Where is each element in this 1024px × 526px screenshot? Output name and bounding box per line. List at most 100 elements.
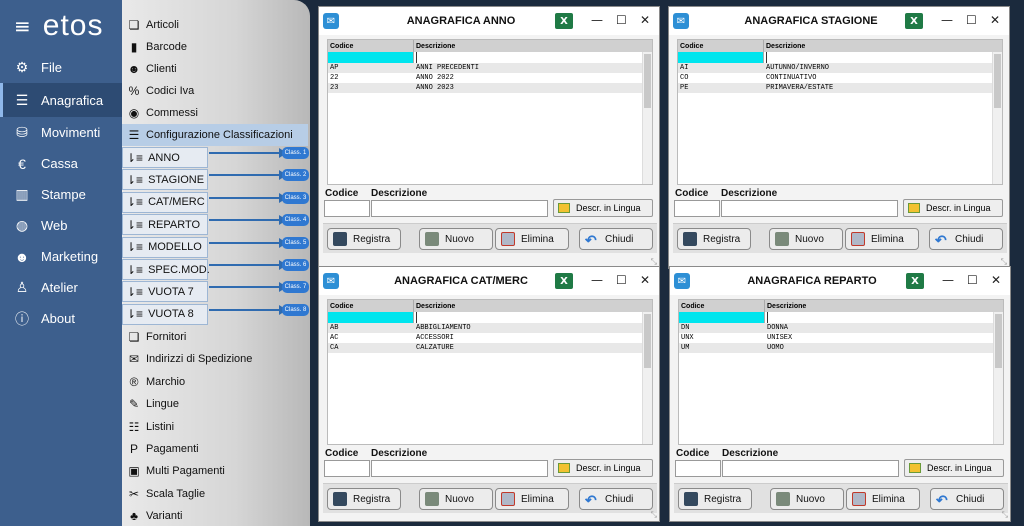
filter-description-input[interactable] xyxy=(416,312,652,323)
class-item-cat-merc[interactable]: ⇂≡ CAT/MERC xyxy=(122,191,208,213)
save-button[interactable]: Registra xyxy=(677,228,751,250)
excel-icon[interactable]: X xyxy=(905,13,923,29)
class-item-stagione[interactable]: ⇂≡ STAGIONE xyxy=(122,169,208,191)
table-row[interactable]: AC ACCESSORI xyxy=(328,333,652,343)
filter-code-input[interactable] xyxy=(328,312,414,323)
excel-icon[interactable]: X xyxy=(555,13,573,29)
delete-button[interactable]: Elimina xyxy=(846,488,920,510)
code-field[interactable] xyxy=(324,460,370,477)
resize-grip-icon[interactable]: ⤡ xyxy=(1002,510,1008,520)
table-row[interactable]: 23 ANNO 2023 xyxy=(328,83,652,93)
submenu-item-articoli[interactable]: ❏ Articoli xyxy=(122,14,308,36)
delete-button[interactable]: Elimina xyxy=(495,228,569,250)
class-item-vuota-7[interactable]: ⇂≡ VUOTA 7 xyxy=(122,281,208,303)
code-field[interactable] xyxy=(674,200,720,217)
filter-description-input[interactable] xyxy=(416,52,652,63)
close-button[interactable]: ↶ Chiudi xyxy=(930,488,1004,510)
filter-description-input[interactable] xyxy=(766,52,1002,63)
column-header-description[interactable]: Descrizione xyxy=(764,40,1002,52)
table-row[interactable]: PE PRIMAVERA/ESTATE xyxy=(678,83,1002,93)
nav-item-stampe[interactable]: ▥ Stampe xyxy=(0,179,122,210)
maximize-icon[interactable]: ☐ xyxy=(966,13,977,27)
class-item-spec-mod[interactable]: ⇂≡ SPEC.MOD. xyxy=(122,259,210,280)
nav-item-anagrafica[interactable]: ☰ Anagrafica xyxy=(0,83,122,117)
close-icon[interactable]: ✕ xyxy=(640,13,650,27)
data-grid[interactable]: Codice Descrizione AI AUTUNNO/INVERNO CO CONT… xyxy=(677,39,1003,185)
close-icon[interactable]: ✕ xyxy=(640,273,650,287)
submenu-item-marchio[interactable]: ® Marchio xyxy=(122,371,308,393)
class-item-modello[interactable]: ⇂≡ MODELLO xyxy=(122,236,208,258)
submenu-item-indirizzi-di-spedizione[interactable]: ✉ Indirizzi di Spedizione xyxy=(122,348,308,370)
class-item-reparto[interactable]: ⇂≡ REPARTO xyxy=(122,214,208,236)
vertical-scrollbar[interactable] xyxy=(993,312,1003,444)
filter-code-input[interactable] xyxy=(679,312,765,323)
submenu-item-scala-taglie[interactable]: ✂ Scala Taglie xyxy=(122,483,308,505)
close-button[interactable]: ↶ Chiudi xyxy=(579,488,653,510)
data-grid[interactable]: Codice Descrizione AP ANNI PRECEDENTI 22 ANNO… xyxy=(327,39,653,185)
close-icon[interactable]: ✕ xyxy=(991,273,1001,287)
save-button[interactable]: Registra xyxy=(327,488,401,510)
description-in-language-button[interactable]: Descr. in Lingua xyxy=(553,459,653,477)
filter-description-input[interactable] xyxy=(767,312,1003,323)
description-in-language-button[interactable]: Descr. in Lingua xyxy=(553,199,653,217)
code-field[interactable] xyxy=(675,460,721,477)
vertical-scrollbar[interactable] xyxy=(642,52,652,184)
delete-button[interactable]: Elimina xyxy=(495,488,569,510)
delete-button[interactable]: Elimina xyxy=(845,228,919,250)
description-field[interactable] xyxy=(371,200,548,217)
table-row[interactable]: UNX UNISEX xyxy=(679,333,1003,343)
submenu-item-commessi[interactable]: ◉ Commessi xyxy=(122,102,308,124)
nav-item-atelier[interactable]: ♙ Atelier xyxy=(0,272,122,303)
excel-icon[interactable]: X xyxy=(555,273,573,289)
description-in-language-button[interactable]: Descr. in Lingua xyxy=(903,199,1003,217)
nav-item-cassa[interactable]: € Cassa xyxy=(0,148,122,179)
resize-grip-icon[interactable]: ⤡ xyxy=(651,510,657,520)
column-header-code[interactable]: Codice xyxy=(678,40,764,52)
submenu-item-barcode[interactable]: ▮ Barcode xyxy=(122,36,308,58)
maximize-icon[interactable]: ☐ xyxy=(967,273,978,287)
filter-code-input[interactable] xyxy=(328,52,414,63)
submenu-item-listini[interactable]: ☷ Listini xyxy=(122,416,308,438)
data-grid[interactable]: Codice Descrizione DN DONNA UNX UNISEX UM UOMO xyxy=(678,299,1004,445)
submenu-item-configurazione-classificazioni[interactable]: ☰ Configurazione Classificazioni xyxy=(122,124,308,146)
submenu-item-pagamenti[interactable]: P Pagamenti xyxy=(122,438,308,460)
new-button[interactable]: Nuovo xyxy=(770,488,844,510)
description-field[interactable] xyxy=(722,460,899,477)
submenu-item-codici-iva[interactable]: % Codici Iva xyxy=(122,80,308,102)
nav-item-movimenti[interactable]: ⛁ Movimenti xyxy=(0,117,122,148)
hamburger-icon[interactable]: ≡ xyxy=(14,16,31,36)
maximize-icon[interactable]: ☐ xyxy=(616,273,627,287)
table-row[interactable]: AP ANNI PRECEDENTI xyxy=(328,63,652,73)
vertical-scrollbar[interactable] xyxy=(992,52,1002,184)
nav-item-marketing[interactable]: ☻ Marketing xyxy=(0,241,122,272)
vertical-scrollbar[interactable] xyxy=(642,312,652,444)
new-button[interactable]: Nuovo xyxy=(769,228,843,250)
maximize-icon[interactable]: ☐ xyxy=(616,13,627,27)
column-header-description[interactable]: Descrizione xyxy=(765,300,1003,312)
close-icon[interactable]: ✕ xyxy=(990,13,1000,27)
minimize-icon[interactable]: — xyxy=(942,273,954,287)
submenu-item-clienti[interactable]: ☻ Clienti xyxy=(122,58,308,80)
nav-item-about[interactable]: ⓘ About xyxy=(0,303,122,334)
table-row[interactable]: 22 ANNO 2022 xyxy=(328,73,652,83)
save-button[interactable]: Registra xyxy=(678,488,752,510)
new-button[interactable]: Nuovo xyxy=(419,488,493,510)
data-grid[interactable]: Codice Descrizione AB ABBIGLIAMENTO AC ACCESS… xyxy=(327,299,653,445)
description-field[interactable] xyxy=(721,200,898,217)
submenu-item-varianti[interactable]: ♣ Varianti xyxy=(122,505,308,526)
submenu-item-multi-pagamenti[interactable]: ▣ Multi Pagamenti xyxy=(122,460,308,482)
class-item-vuota-8[interactable]: ⇂≡ VUOTA 8 xyxy=(122,303,208,325)
description-in-language-button[interactable]: Descr. in Lingua xyxy=(904,459,1004,477)
column-header-code[interactable]: Codice xyxy=(328,300,414,312)
table-row[interactable]: CA CALZATURE xyxy=(328,343,652,353)
excel-icon[interactable]: X xyxy=(906,273,924,289)
table-row[interactable]: UM UOMO xyxy=(679,343,1003,353)
submenu-item-lingue[interactable]: ✎ Lingue xyxy=(122,393,308,415)
column-header-description[interactable]: Descrizione xyxy=(414,40,652,52)
table-row[interactable]: AI AUTUNNO/INVERNO xyxy=(678,63,1002,73)
close-button[interactable]: ↶ Chiudi xyxy=(579,228,653,250)
close-button[interactable]: ↶ Chiudi xyxy=(929,228,1003,250)
filter-code-input[interactable] xyxy=(678,52,764,63)
class-item-anno[interactable]: ⇂≡ ANNO xyxy=(122,147,208,168)
submenu-item-fornitori[interactable]: ❏ Fornitori xyxy=(122,326,308,348)
